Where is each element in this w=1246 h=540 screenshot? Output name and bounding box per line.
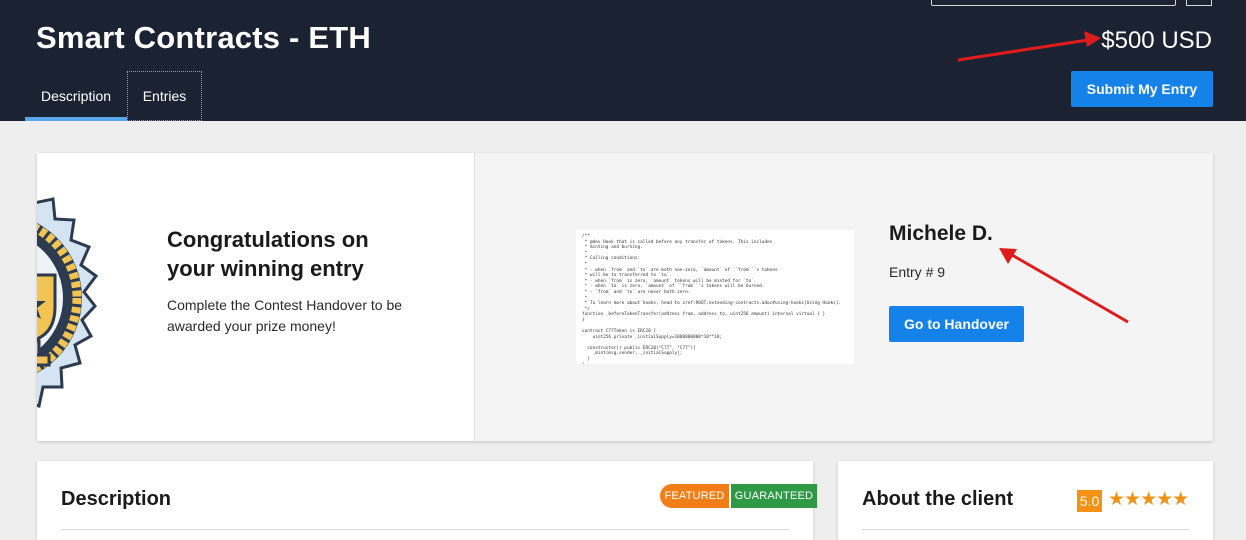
page-title: Smart Contracts - ETH — [36, 20, 371, 55]
star-icon: ★★★★★ — [1108, 489, 1189, 510]
winning-entry-panel: /** * @dev Hook that is called before an… — [474, 153, 1213, 441]
code-line: } — [582, 363, 848, 364]
tab-entries[interactable]: Entries — [127, 71, 202, 121]
search-input[interactable] — [931, 0, 1176, 6]
tab-description[interactable]: Description — [25, 71, 127, 121]
code-line: function _beforeTokenTransfer(address fr… — [582, 312, 826, 318]
rating-score: 5.0 — [1077, 490, 1102, 512]
contest-header: Smart Contracts - ETH $500 USD Submit My… — [0, 0, 1246, 121]
entry-thumbnail[interactable]: /** * @dev Hook that is called before an… — [576, 230, 854, 364]
congrats-heading: Congratulations on your winning entry — [167, 227, 369, 281]
client-title: About the client — [862, 488, 1014, 510]
guaranteed-badge: GUARANTEED — [731, 484, 817, 508]
divider — [862, 529, 1189, 530]
code-line: * To learn more about hooks, head to xre… — [582, 301, 842, 307]
winner-name[interactable]: Michele D. — [889, 222, 993, 246]
handover-button[interactable]: Go to Handover — [889, 306, 1024, 342]
featured-badge: FEATURED — [660, 484, 729, 508]
search-button[interactable] — [1186, 0, 1212, 6]
congrats-subtext: Complete the Contest Handover to be awar… — [167, 297, 403, 334]
entry-number: Entry # 9 — [889, 264, 946, 280]
client-card: About the client 5.0 ★★★★★ — [838, 461, 1213, 540]
winner-card: Congratulations on your winning entry Co… — [37, 153, 1213, 441]
medal-icon — [37, 197, 99, 408]
divider — [61, 529, 789, 530]
description-title: Description — [61, 488, 172, 510]
prize-amount: $500 USD — [1101, 27, 1212, 54]
submit-entry-button[interactable]: Submit My Entry — [1071, 71, 1213, 107]
